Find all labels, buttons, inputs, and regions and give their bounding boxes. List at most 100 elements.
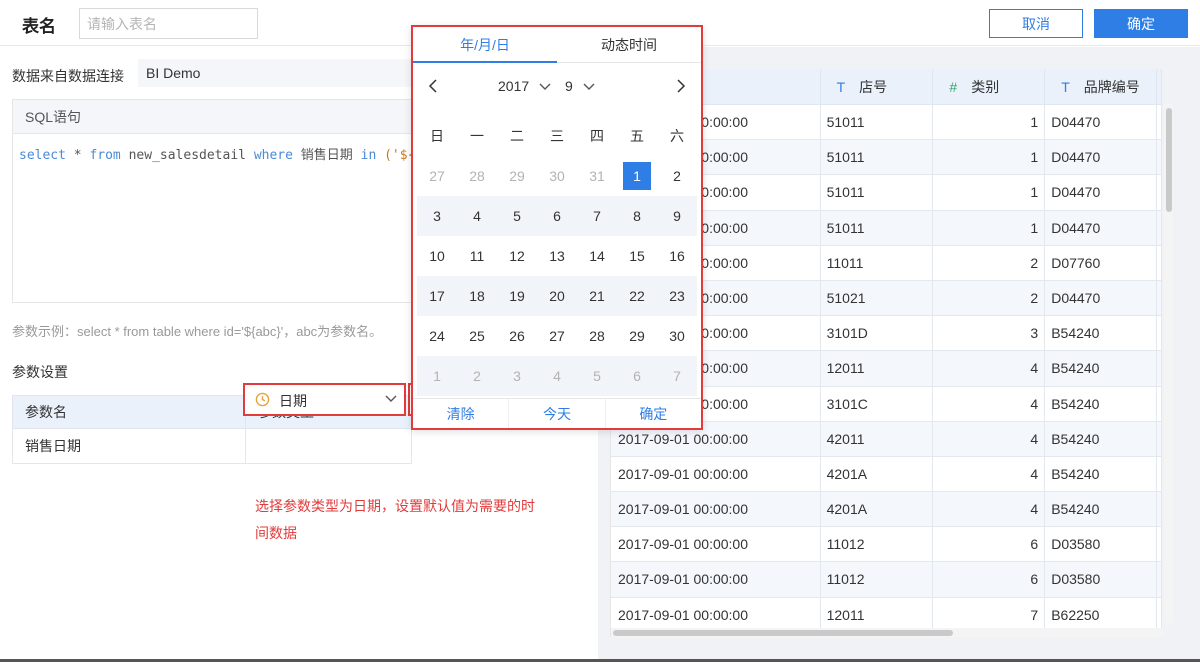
year-select[interactable]: 2017 bbox=[498, 78, 529, 94]
calendar-day[interactable]: 7 bbox=[577, 196, 617, 236]
calendar-day[interactable]: 9 bbox=[657, 196, 697, 236]
chevron-down-icon[interactable] bbox=[539, 82, 551, 92]
calendar-day[interactable]: 12 bbox=[497, 236, 537, 276]
table-cell bbox=[1157, 245, 1162, 280]
calendar-day[interactable]: 2 bbox=[457, 356, 497, 396]
column-header-brand[interactable]: T 品牌编号 bbox=[1045, 69, 1158, 104]
calendar-day[interactable]: 15 bbox=[617, 236, 657, 276]
cancel-button[interactable]: 取消 bbox=[989, 9, 1083, 38]
day-number: 7 bbox=[593, 208, 601, 224]
calendar-day[interactable]: 27 bbox=[417, 156, 457, 196]
calendar-day[interactable]: 1 bbox=[417, 356, 457, 396]
table-cell: 42011 bbox=[821, 421, 934, 456]
calendar-day[interactable]: 11 bbox=[457, 236, 497, 276]
calendar-day[interactable]: 18 bbox=[457, 276, 497, 316]
calendar-day[interactable]: 29 bbox=[617, 316, 657, 356]
calendar-day[interactable]: 4 bbox=[537, 356, 577, 396]
calendar-day[interactable]: 24 bbox=[417, 316, 457, 356]
clear-button[interactable]: 清除 bbox=[413, 399, 510, 428]
calendar-day[interactable]: 7 bbox=[657, 356, 697, 396]
calendar-day[interactable]: 30 bbox=[657, 316, 697, 356]
table-cell: 4201A bbox=[821, 492, 934, 527]
connection-select[interactable]: BI Demo bbox=[138, 59, 418, 87]
calendar-day[interactable]: 27 bbox=[537, 316, 577, 356]
calendar-day[interactable]: 30 bbox=[537, 156, 577, 196]
day-number: 28 bbox=[589, 328, 605, 344]
weekday-header: 日一二三四五六 bbox=[417, 116, 697, 156]
calendar-day[interactable]: 5 bbox=[577, 356, 617, 396]
table-cell: D03580 bbox=[1045, 527, 1157, 562]
table-cell: D04470 bbox=[1045, 280, 1157, 316]
picker-confirm-button[interactable]: 确定 bbox=[606, 399, 701, 428]
calendar-day[interactable]: 21 bbox=[577, 276, 617, 316]
table-cell: B54240 bbox=[1045, 351, 1157, 386]
day-number: 21 bbox=[589, 288, 605, 304]
sql-keyword: in bbox=[360, 148, 377, 163]
sql-keyword: select bbox=[19, 148, 66, 163]
day-number: 20 bbox=[549, 288, 565, 304]
table-cell: 1 bbox=[933, 210, 1046, 245]
text-type-icon: T bbox=[836, 79, 846, 95]
column-header-store[interactable]: T 店号 bbox=[821, 69, 934, 104]
calendar-day[interactable]: 25 bbox=[457, 316, 497, 356]
month-select[interactable]: 9 bbox=[565, 78, 573, 94]
day-number: 6 bbox=[633, 368, 641, 384]
day-number: 5 bbox=[513, 208, 521, 224]
table-cell bbox=[1157, 316, 1162, 351]
calendar-day[interactable]: 13 bbox=[537, 236, 577, 276]
calendar-day[interactable]: 31 bbox=[577, 156, 617, 196]
day-number: 15 bbox=[629, 248, 645, 264]
calendar-week: 1 2 3 4 5 6 7 bbox=[417, 356, 697, 396]
calendar-day[interactable]: 4 bbox=[457, 196, 497, 236]
tab-dynamic-time[interactable]: 动态时间 bbox=[557, 27, 701, 63]
calendar-day[interactable]: 19 bbox=[497, 276, 537, 316]
table-row: 2017-09-01 00:00:00 4201A 4 B54240 bbox=[611, 456, 1162, 493]
table-cell: 11011 bbox=[821, 245, 934, 280]
table-row: 2017-09-01 00:00:00 4201A 4 B54240 bbox=[611, 492, 1162, 528]
calendar-day[interactable]: 23 bbox=[657, 276, 697, 316]
calendar-day[interactable]: 14 bbox=[577, 236, 617, 276]
day-number: 8 bbox=[633, 208, 641, 224]
table-cell bbox=[1157, 421, 1162, 456]
calendar-day[interactable]: 10 bbox=[417, 236, 457, 276]
sql-editor[interactable]: SQL语句 select * from new_salesdetail wher… bbox=[12, 99, 432, 303]
calendar-day[interactable]: 3 bbox=[417, 196, 457, 236]
table-cell: 12011 bbox=[821, 597, 934, 632]
calendar-day-selected[interactable]: 1 bbox=[617, 156, 657, 196]
calendar-day[interactable]: 3 bbox=[497, 356, 537, 396]
param-type-select[interactable]: 日期 bbox=[243, 383, 406, 416]
day-number: 30 bbox=[669, 328, 685, 344]
horizontal-scroll-thumb[interactable] bbox=[613, 630, 953, 636]
calendar-day[interactable]: 28 bbox=[577, 316, 617, 356]
calendar-day[interactable]: 20 bbox=[537, 276, 577, 316]
chevron-left-icon[interactable] bbox=[427, 79, 439, 93]
table-name-input[interactable] bbox=[79, 8, 258, 39]
calendar-day[interactable]: 6 bbox=[617, 356, 657, 396]
calendar-day[interactable]: 8 bbox=[617, 196, 657, 236]
table-cell: B54240 bbox=[1045, 316, 1157, 351]
sql-text: 销售日期 bbox=[292, 148, 361, 163]
table-cell: B54240 bbox=[1045, 456, 1157, 492]
chevron-down-icon[interactable] bbox=[583, 82, 595, 92]
column-header-category[interactable]: # 类别 bbox=[933, 69, 1046, 104]
today-button[interactable]: 今天 bbox=[509, 399, 606, 428]
tab-year-month-day[interactable]: 年/月/日 bbox=[413, 27, 557, 63]
calendar-day[interactable]: 29 bbox=[497, 156, 537, 196]
calendar-day[interactable]: 5 bbox=[497, 196, 537, 236]
day-number: 2 bbox=[473, 368, 481, 384]
day-number: 10 bbox=[429, 248, 445, 264]
calendar-day[interactable]: 17 bbox=[417, 276, 457, 316]
table-row: 2017-09-01 00:00:00 11012 6 D03580 bbox=[611, 562, 1162, 598]
calendar-day[interactable]: 16 bbox=[657, 236, 697, 276]
calendar-day[interactable]: 2 bbox=[657, 156, 697, 196]
sql-code[interactable]: select * from new_salesdetail where 销售日期… bbox=[13, 134, 431, 173]
chevron-down-icon bbox=[385, 395, 397, 402]
calendar-day[interactable]: 6 bbox=[537, 196, 577, 236]
calendar-day[interactable]: 26 bbox=[497, 316, 537, 356]
calendar-day[interactable]: 28 bbox=[457, 156, 497, 196]
chevron-right-icon[interactable] bbox=[675, 79, 687, 93]
table-cell: 7 bbox=[933, 597, 1046, 632]
confirm-button[interactable]: 确定 bbox=[1094, 9, 1188, 38]
calendar-day[interactable]: 22 bbox=[617, 276, 657, 316]
vertical-scroll-thumb[interactable] bbox=[1166, 108, 1172, 212]
